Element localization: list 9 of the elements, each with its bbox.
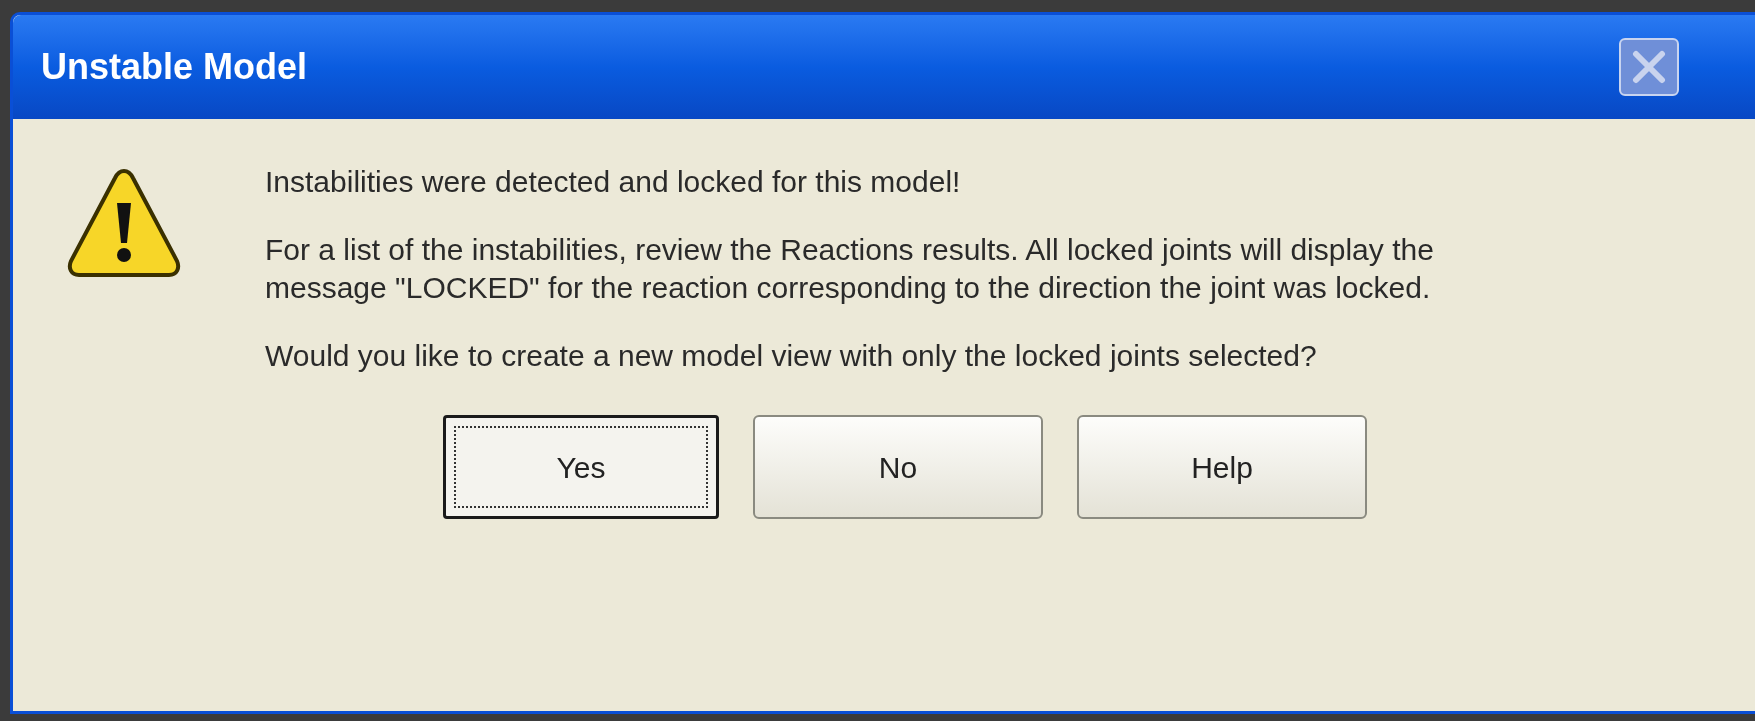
window-title: Unstable Model bbox=[41, 45, 308, 89]
dialog-button[interactable]: Yes bbox=[443, 415, 719, 519]
message-text: Instabilities were detected and locked for this model! bbox=[265, 164, 962, 200]
close-button[interactable] bbox=[1619, 38, 1679, 96]
dialog-button[interactable]: No bbox=[753, 415, 1043, 519]
close-icon bbox=[1632, 50, 1666, 84]
message-text: Would you like to create a new model view with only the locked joints selected? bbox=[265, 338, 1318, 374]
dialog-button[interactable]: Help bbox=[1077, 415, 1367, 519]
message-text: For a list of the instabilities, review the Reactions results. All locked joints will display the message "LOCKED" for the reaction corresponding to the direction the joint was locked. bbox=[265, 232, 1435, 306]
